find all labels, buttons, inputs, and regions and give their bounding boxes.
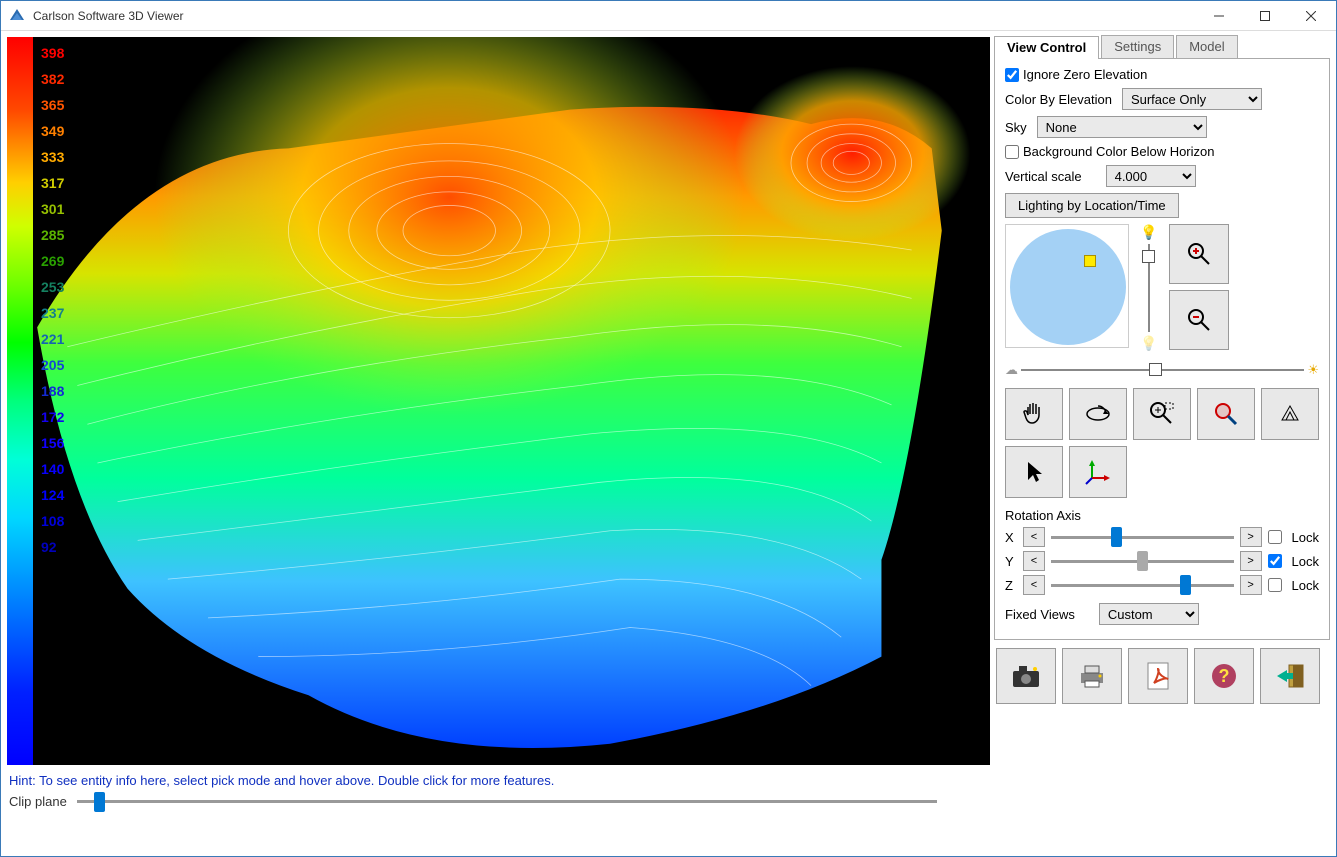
minimize-button[interactable] (1196, 1, 1242, 30)
orbit-icon (1084, 400, 1112, 428)
zoom-window-icon (1148, 400, 1176, 428)
zoom-in-button[interactable] (1169, 224, 1229, 284)
ignore-zero-label: Ignore Zero Elevation (1023, 67, 1147, 82)
panel-tabs: View Control Settings Model (994, 35, 1330, 59)
z-rotation-slider[interactable] (1051, 584, 1234, 587)
x-decrease-button[interactable]: < (1023, 527, 1045, 547)
zoom-window-button[interactable] (1133, 388, 1191, 440)
x-increase-button[interactable]: > (1240, 527, 1262, 547)
zoom-in-icon (1187, 242, 1211, 266)
ucs-button[interactable] (1069, 446, 1127, 498)
pointer-icon (1020, 458, 1048, 486)
zoom-out-button[interactable] (1169, 290, 1229, 350)
z-increase-button[interactable]: > (1240, 575, 1262, 595)
camera-icon (1011, 663, 1041, 689)
zoom-extents-button[interactable] (1197, 388, 1255, 440)
3d-viewport[interactable]: 398382 365349 333317 301285 269253 23722… (7, 37, 990, 765)
axis-z-label: Z (1005, 578, 1017, 593)
zoom-out-icon (1187, 308, 1211, 332)
pan-icon (1020, 400, 1048, 428)
exit-button[interactable] (1260, 648, 1320, 704)
color-by-label: Color By Elevation (1005, 92, 1112, 107)
terrain-render (7, 37, 990, 765)
elevation-colorbar (7, 37, 33, 765)
ignore-zero-checkbox[interactable] (1005, 68, 1019, 82)
x-lock-label: Lock (1292, 530, 1319, 545)
pan-button[interactable] (1005, 388, 1063, 440)
fixed-views-select[interactable]: Custom (1099, 603, 1199, 625)
sky-label: Sky (1005, 120, 1027, 135)
maximize-button[interactable] (1242, 1, 1288, 30)
sun-handle-icon[interactable] (1084, 255, 1096, 267)
colorbar-labels: 398382 365349 333317 301285 269253 23722… (41, 45, 64, 555)
y-lock-label: Lock (1292, 554, 1319, 569)
vertical-scale-select[interactable]: 4.000 (1106, 165, 1196, 187)
app-logo-icon (9, 8, 25, 24)
lighting-button[interactable]: Lighting by Location/Time (1005, 193, 1179, 218)
sun-icon: ☀ (1307, 362, 1319, 378)
titlebar: Carlson Software 3D Viewer (1, 1, 1336, 31)
axis-x-label: X (1005, 530, 1017, 545)
pdf-icon (1145, 661, 1171, 691)
zoom-extent-icon (1212, 400, 1240, 428)
bulb-off-icon: 💡 (1140, 335, 1157, 352)
bulb-on-icon: 💡 (1140, 224, 1157, 241)
svg-text:?: ? (1219, 666, 1230, 686)
snapshot-button[interactable] (996, 648, 1056, 704)
x-rotation-slider[interactable] (1051, 536, 1234, 539)
clip-plane-slider[interactable] (77, 800, 937, 803)
sky-select[interactable]: None (1037, 116, 1207, 138)
axis-y-label: Y (1005, 554, 1017, 569)
tab-view-control[interactable]: View Control (994, 36, 1099, 59)
fixed-views-label: Fixed Views (1005, 607, 1075, 622)
bg-below-label: Background Color Below Horizon (1023, 144, 1214, 159)
y-rotation-slider[interactable] (1051, 560, 1234, 563)
exit-icon (1275, 662, 1305, 690)
help-icon: ? (1210, 662, 1238, 690)
print-icon (1077, 663, 1107, 689)
hint-text: Hint: To see entity info here, select pi… (7, 769, 990, 792)
rotation-axis-header: Rotation Axis (1005, 508, 1319, 523)
y-increase-button[interactable]: > (1240, 551, 1262, 571)
z-decrease-button[interactable]: < (1023, 575, 1045, 595)
window-title: Carlson Software 3D Viewer (33, 9, 1196, 23)
action-bar: ? (994, 648, 1330, 704)
orbit-button[interactable] (1069, 388, 1127, 440)
y-decrease-button[interactable]: < (1023, 551, 1045, 571)
help-button[interactable]: ? (1194, 648, 1254, 704)
print-button[interactable] (1062, 648, 1122, 704)
ucs-icon (1084, 458, 1112, 486)
y-lock-checkbox[interactable] (1268, 554, 1282, 568)
pick-button[interactable] (1005, 446, 1063, 498)
light-intensity-slider[interactable] (1148, 244, 1150, 332)
pdf-button[interactable] (1128, 648, 1188, 704)
haze-slider[interactable] (1021, 369, 1304, 371)
z-lock-label: Lock (1292, 578, 1319, 593)
wireframe-icon (1276, 400, 1304, 428)
clip-plane-label: Clip plane (9, 794, 67, 809)
vertical-scale-label: Vertical scale (1005, 169, 1082, 184)
close-button[interactable] (1288, 1, 1334, 30)
tab-model[interactable]: Model (1176, 35, 1237, 58)
bg-below-checkbox[interactable] (1005, 145, 1019, 159)
view-control-panel: Ignore Zero Elevation Color By Elevation… (994, 59, 1330, 640)
z-lock-checkbox[interactable] (1268, 578, 1282, 592)
sun-position-dial[interactable] (1005, 224, 1129, 348)
cloud-icon: ☁ (1005, 362, 1018, 378)
x-lock-checkbox[interactable] (1268, 530, 1282, 544)
color-by-select[interactable]: Surface Only (1122, 88, 1262, 110)
tab-settings[interactable]: Settings (1101, 35, 1174, 58)
wireframe-button[interactable] (1261, 388, 1319, 440)
